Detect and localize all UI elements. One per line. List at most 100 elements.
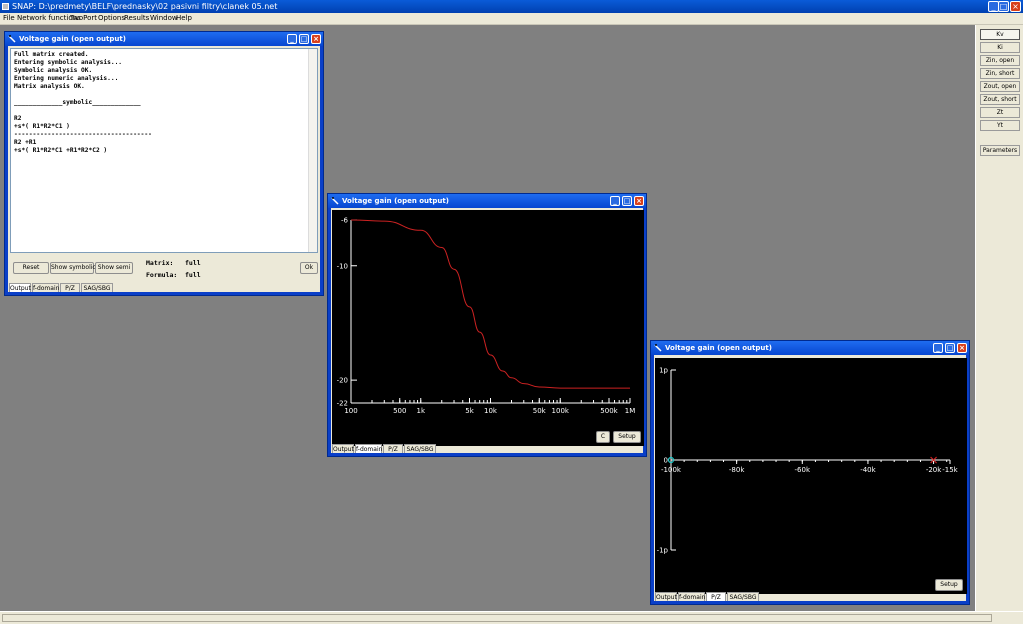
frequency-window: Voltage gain (open output) _ □ × 100 500 1…	[327, 193, 647, 457]
reset-button[interactable]: Reset	[13, 262, 49, 274]
tab-pz[interactable]: P/Z	[706, 592, 726, 601]
pole-zero-window-tabs: Output f-domain P/Z SAG/SBG	[654, 591, 966, 601]
tab-sag-sbg[interactable]: SAG/SBG	[81, 283, 113, 292]
kv-button[interactable]: Kv	[980, 29, 1020, 40]
tab-pz[interactable]: P/Z	[60, 283, 80, 292]
yt-button[interactable]: Yt	[980, 120, 1020, 131]
y-tick-label: -10	[337, 262, 348, 270]
x-tick-label: -60k	[795, 466, 811, 474]
tab-sag-sbg[interactable]: SAG/SBG	[404, 444, 436, 453]
network-function-panel: Kv Ki Zin, open Zin, short Zout, open Zo…	[975, 25, 1023, 611]
statusbar	[0, 611, 1023, 624]
pole-zero-window: Voltage gain (open output) _ □ × -100k -8…	[650, 340, 970, 605]
gain-curve	[350, 219, 630, 389]
output-window-title: Voltage gain (open output)	[19, 35, 126, 43]
window-maximize-button[interactable]: □	[622, 196, 632, 206]
formula-value: full	[185, 271, 201, 279]
x-tick-label: -100k	[661, 466, 682, 474]
window-close-button[interactable]: ×	[634, 196, 644, 206]
x-tick-label: 50k	[533, 407, 547, 415]
x-tick-label: 5k	[465, 407, 474, 415]
zt-button[interactable]: Zt	[980, 107, 1020, 118]
y-tick-label: -20	[337, 377, 348, 385]
console-scrollbar[interactable]	[308, 49, 317, 252]
window-maximize-button[interactable]: □	[945, 343, 955, 353]
pole-zero-window-body: -100k -80k -60k -40k -20k -15k 1p 0 -1p Setup Ou…	[654, 355, 967, 601]
x-tick-label: 500	[393, 407, 406, 415]
y-tick-label: 0	[664, 457, 668, 465]
x-tick-label: 500k	[600, 407, 618, 415]
frequency-window-title: Voltage gain (open output)	[342, 197, 449, 205]
tab-pz[interactable]: P/Z	[383, 444, 403, 453]
window-minimize-button[interactable]: _	[610, 196, 620, 206]
window-minimize-button[interactable]: _	[287, 34, 297, 44]
maximize-button[interactable]: □	[998, 1, 1009, 12]
parameters-button[interactable]: Parameters	[980, 145, 1020, 156]
x-tick-label: -15k	[942, 466, 958, 474]
matrix-label: Matrix:	[146, 259, 174, 267]
menu-twoport[interactable]: TwoPort	[70, 14, 97, 23]
setup-button[interactable]: Setup	[935, 579, 963, 591]
x-tick-label: 100k	[552, 407, 570, 415]
frequency-plot-area[interactable]: 100 500 1k 5k 10k 50k 100k 500k 1M -6 -10 -20 -22 C …	[332, 210, 644, 446]
tab-f-domain[interactable]: f-domain	[355, 444, 382, 453]
pole-zero-window-titlebar[interactable]: Voltage gain (open output) _ □ ×	[651, 341, 969, 355]
x-tick-label: 100	[344, 407, 357, 415]
output-window-tabs: Output f-domain P/Z SAG/SBG	[8, 282, 320, 292]
ok-button[interactable]: Ok	[300, 262, 318, 274]
zin-short-button[interactable]: Zin, short	[980, 68, 1020, 79]
app-title: SNAP: D:\predmety\BELF\prednasky\02 pasi…	[12, 2, 278, 11]
output-window-titlebar[interactable]: Voltage gain (open output) _ □ ×	[5, 32, 323, 46]
tab-output[interactable]: Output	[9, 283, 31, 292]
menubar: File Network functions TwoPort Options R…	[0, 13, 1023, 25]
x-tick-label: 1M	[625, 407, 636, 415]
x-tick-label: -40k	[860, 466, 876, 474]
window-maximize-button[interactable]: □	[299, 34, 309, 44]
bode-chart: 100 500 1k 5k 10k 50k 100k 500k 1M -6 -10 -20 -22	[337, 217, 636, 416]
output-window: Voltage gain (open output) _ □ × Full ma…	[4, 31, 324, 296]
tab-f-domain[interactable]: f-domain	[32, 283, 59, 292]
setup-button[interactable]: Setup	[613, 431, 641, 443]
app-icon	[2, 3, 9, 10]
tab-output[interactable]: Output	[332, 444, 354, 453]
tab-output[interactable]: Output	[655, 592, 677, 601]
window-minimize-button[interactable]: _	[933, 343, 943, 353]
menu-options[interactable]: Options	[98, 14, 125, 23]
y-tick-label: -1p	[657, 547, 669, 555]
show-symbolic-button[interactable]: Show symbolic	[50, 262, 96, 274]
x-tick-label: 10k	[484, 407, 498, 415]
pole-zero-window-title: Voltage gain (open output)	[665, 344, 772, 352]
window-icon	[331, 197, 339, 205]
window-close-button[interactable]: ×	[311, 34, 321, 44]
x-tick-label: -20k	[926, 466, 942, 474]
menu-results[interactable]: Results	[124, 14, 149, 23]
show-semi-button[interactable]: Show semi	[95, 262, 133, 274]
c-button[interactable]: C	[596, 431, 610, 443]
frequency-window-body: 100 500 1k 5k 10k 50k 100k 500k 1M -6 -10 -20 -22 C …	[331, 208, 644, 453]
matrix-value: full	[185, 259, 201, 267]
tab-f-domain[interactable]: f-domain	[678, 592, 705, 601]
menu-file[interactable]: File	[3, 14, 15, 23]
zout-short-button[interactable]: Zout, short	[980, 94, 1020, 105]
console-text: Full matrix created. Entering symbolic a…	[14, 51, 152, 154]
frequency-window-tabs: Output f-domain P/Z SAG/SBG	[331, 443, 643, 453]
pole-zero-plot-area[interactable]: -100k -80k -60k -40k -20k -15k 1p 0 -1p Setup	[655, 358, 967, 594]
menu-window[interactable]: Window	[150, 14, 178, 23]
tab-sag-sbg[interactable]: SAG/SBG	[727, 592, 759, 601]
app-titlebar: SNAP: D:\predmety\BELF\prednasky\02 pasi…	[0, 0, 1023, 13]
zin-open-button[interactable]: Zin, open	[980, 55, 1020, 66]
x-tick-label: 1k	[416, 407, 425, 415]
y-tick-label: -22	[337, 400, 348, 408]
window-icon	[8, 35, 16, 43]
status-cell	[2, 614, 992, 622]
close-button[interactable]: ×	[1010, 1, 1021, 12]
y-tick-label: -6	[341, 217, 349, 225]
menu-help[interactable]: Help	[176, 14, 192, 23]
window-close-button[interactable]: ×	[957, 343, 967, 353]
ki-button[interactable]: Ki	[980, 42, 1020, 53]
frequency-window-titlebar[interactable]: Voltage gain (open output) _ □ ×	[328, 194, 646, 208]
window-icon	[654, 344, 662, 352]
zout-open-button[interactable]: Zout, open	[980, 81, 1020, 92]
output-console[interactable]: Full matrix created. Entering symbolic a…	[10, 48, 318, 253]
pole-zero-chart: -100k -80k -60k -40k -20k -15k 1p 0 -1p	[657, 367, 959, 555]
